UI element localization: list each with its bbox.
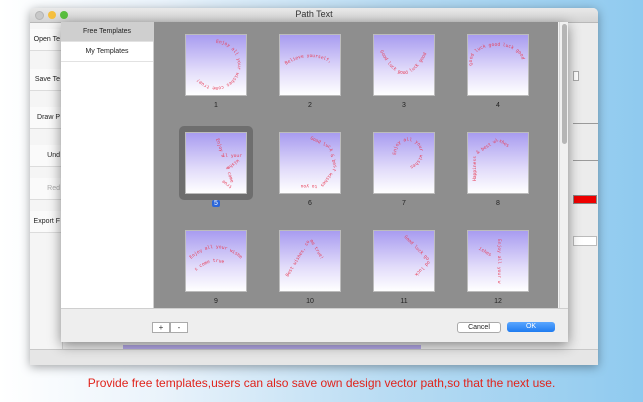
path-text-preview: Enjoy all your wishes <box>392 137 423 169</box>
path-text-preview: Enjoy all your wishes <box>477 239 502 284</box>
add-remove-controls: + - <box>152 322 188 333</box>
cancel-button[interactable]: Cancel <box>457 322 501 333</box>
path-text-preview: Good luck good luck <box>403 234 431 277</box>
path-text: Good luck & best wishes to you <box>300 135 337 189</box>
template-number: 10 <box>279 298 341 305</box>
path-text: Good luck good luck <box>403 234 431 277</box>
template-number-label: 3 <box>402 102 406 109</box>
path-text-preview: Believe yourself, give us trust <box>280 35 335 67</box>
path-text-preview: Happiness & best wishes <box>472 137 510 181</box>
template-number-label: 5 <box>212 200 220 207</box>
window-title: Path Text <box>295 9 333 19</box>
template-number: 5 <box>185 200 247 207</box>
templates-sidebar: Free Templates My Templates <box>61 22 154 308</box>
add-template-button[interactable]: + <box>152 322 170 333</box>
template-number: 9 <box>185 298 247 305</box>
export-button[interactable]: Export F <box>30 211 62 233</box>
template-number-label: 2 <box>308 102 312 109</box>
template-thumbnail[interactable]: Good luck good luck good luck <box>373 34 435 96</box>
divider <box>573 160 598 161</box>
divider <box>573 123 598 124</box>
template-number: 8 <box>467 200 529 207</box>
template-thumbnail[interactable]: Enjoy all your wishes come true! <box>185 34 247 96</box>
template-number-label: 1 <box>214 102 218 109</box>
right-panel-field[interactable] <box>573 71 579 81</box>
path-text: Enjoy all your wishes come true <box>188 244 242 272</box>
path-text: Enjoy all your wishes <box>477 239 502 284</box>
vertical-scrollbar[interactable] <box>559 22 568 308</box>
template-number: 4 <box>467 102 529 109</box>
template-thumbnail[interactable]: Enjoy all your wishes <box>373 132 435 194</box>
template-thumbnail[interactable]: Believe yourself, give us trust <box>279 34 341 96</box>
remove-template-button[interactable]: - <box>170 322 188 333</box>
right-panel-input[interactable] <box>573 236 597 246</box>
ok-button[interactable]: OK <box>507 322 555 332</box>
sheet-footer: + - Cancel OK <box>61 308 568 342</box>
left-toolbar: Open Te Save Te Draw P Und Red Export F <box>30 23 63 365</box>
sidebar-item-my-templates[interactable]: My Templates <box>61 42 153 62</box>
template-thumbnail[interactable]: Enjoy all your wishes come true <box>185 230 247 292</box>
path-text: Good luck good luck good luck <box>374 35 430 76</box>
template-thumbnail[interactable]: Happiness & best wishes <box>467 132 529 194</box>
template-number-label: 12 <box>494 298 502 305</box>
template-number-label: 7 <box>402 200 406 207</box>
path-text-preview: Enjoy all your wishes come true <box>214 138 242 190</box>
path-text: Enjoy all your wishes come true! <box>195 39 241 90</box>
template-number: 11 <box>373 298 435 305</box>
template-number-label: 4 <box>496 102 500 109</box>
template-grid: Enjoy all your wishes come true! 1 Believe… <box>154 22 558 308</box>
save-template-button[interactable]: Save Te <box>30 69 62 91</box>
path-text: Believe yourself, give us trust <box>280 35 335 67</box>
path-text: Enjoy all your wishes come true <box>214 138 242 190</box>
template-number-label: 11 <box>400 298 408 305</box>
template-thumbnail[interactable]: Best wishes, come true! <box>279 230 341 292</box>
template-number: 6 <box>279 200 341 207</box>
promo-caption: Provide free templates,users can also sa… <box>87 376 556 390</box>
scrollbar-thumb[interactable] <box>562 24 567 144</box>
templates-sheet: Free Templates My Templates Enjoy all yo… <box>61 22 568 342</box>
title-bar: Path Text <box>30 8 598 23</box>
window-bottom-bar <box>30 349 598 365</box>
template-thumbnail[interactable]: Enjoy all your wishes <box>467 230 529 292</box>
path-text-preview: Enjoy all your wishes come true! <box>195 39 241 90</box>
sidebar-item-free-templates[interactable]: Free Templates <box>61 22 153 42</box>
template-number: 12 <box>467 298 529 305</box>
path-text-preview: Best wishes, come true! <box>285 239 325 278</box>
template-thumbnail[interactable]: Good luck good luck <box>373 230 435 292</box>
template-thumbnail[interactable]: Good luck good luck good <box>467 34 529 96</box>
template-thumbnail[interactable]: Enjoy all your wishes come true <box>185 132 247 194</box>
path-text-preview: Good luck good luck good <box>468 42 526 67</box>
path-text-preview: Good luck good luck good luck <box>374 35 430 76</box>
path-text: Happiness & best wishes <box>472 137 510 181</box>
path-text: Best wishes, come true! <box>285 239 325 278</box>
template-number-label: 6 <box>308 200 312 207</box>
right-panel <box>570 23 598 365</box>
undo-button[interactable]: Und <box>30 145 62 167</box>
redo-button[interactable]: Red <box>30 178 62 200</box>
template-thumbnail[interactable]: Good luck & best wishes to you <box>279 132 341 194</box>
template-number: 2 <box>279 102 341 109</box>
text-color-well[interactable] <box>573 195 597 204</box>
draw-path-button[interactable]: Draw P <box>30 107 62 129</box>
template-number-label: 10 <box>306 298 314 305</box>
template-number: 7 <box>373 200 435 207</box>
path-text: Good luck good luck good <box>468 42 526 67</box>
path-text-preview: Good luck & best wishes to you <box>300 135 337 189</box>
template-number-label: 9 <box>214 298 218 305</box>
path-text: Enjoy all your wishes <box>392 137 423 169</box>
template-number: 3 <box>373 102 435 109</box>
path-text-preview: Enjoy all your wishes come true <box>188 244 242 272</box>
template-number-label: 8 <box>496 200 500 207</box>
template-number: 1 <box>185 102 247 109</box>
open-template-button[interactable]: Open Te <box>30 29 62 51</box>
